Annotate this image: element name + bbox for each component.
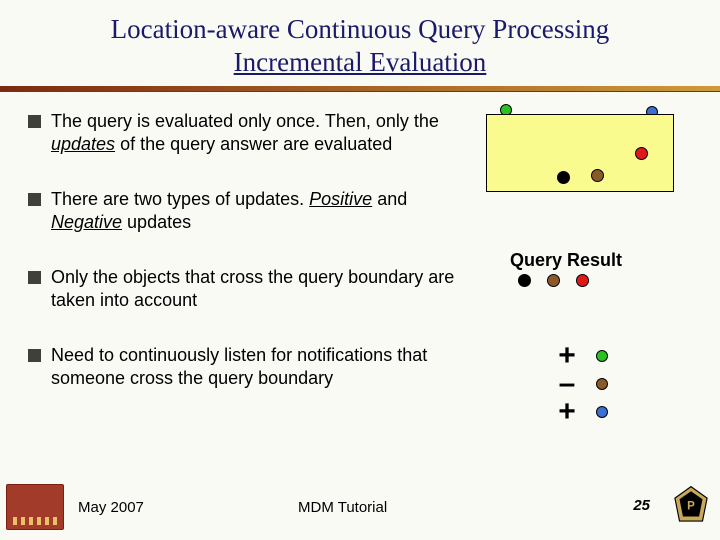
footer: May 2007 MDM Tutorial 25 P <box>0 482 720 532</box>
bullet-item: There are two types of updates. Positive… <box>28 188 468 234</box>
dot-brown <box>591 169 604 182</box>
footer-date: May 2007 <box>78 499 144 516</box>
query-region <box>486 114 674 192</box>
bullet-text: Need to continuously listen for notifica… <box>51 344 468 390</box>
title-block: Location-aware Continuous Query Processi… <box>0 0 720 78</box>
dot-blue <box>596 406 608 418</box>
bullet-list: The query is evaluated only once. Then, … <box>28 110 468 422</box>
dot-black <box>518 274 531 287</box>
minus-icon: – <box>556 373 578 395</box>
footer-title: MDM Tutorial <box>298 499 387 516</box>
diagram-panel: Query Result + – + <box>468 110 702 422</box>
bullet-text: Only the objects that cross the query bo… <box>51 266 468 312</box>
page-number: 25 <box>633 497 650 514</box>
update-row: + <box>556 398 608 426</box>
query-result-label: Query Result <box>510 250 622 271</box>
svg-text:P: P <box>687 501 695 513</box>
bullet-square-icon <box>28 271 41 284</box>
bullet-item: Need to continuously listen for notifica… <box>28 344 468 390</box>
dot-brown <box>596 378 608 390</box>
update-row: – <box>556 370 608 398</box>
bullet-item: The query is evaluated only once. Then, … <box>28 110 468 156</box>
content-area: The query is evaluated only once. Then, … <box>0 92 720 422</box>
bullet-text: The query is evaluated only once. Then, … <box>51 110 468 156</box>
bullet-square-icon <box>28 115 41 128</box>
dot-brown <box>547 274 560 287</box>
title-line1: Location-aware Continuous Query Processi… <box>0 14 720 45</box>
bullet-text: There are two types of updates. Positive… <box>51 188 468 234</box>
plus-icon: + <box>556 345 578 367</box>
bullet-square-icon <box>28 193 41 206</box>
dot-green <box>596 350 608 362</box>
update-row: + <box>556 342 608 370</box>
plus-icon: + <box>556 401 578 423</box>
title-line2: Incremental Evaluation <box>0 47 720 78</box>
logo-purdue: P <box>668 482 714 528</box>
dot-red <box>635 147 648 160</box>
bullet-square-icon <box>28 349 41 362</box>
dot-black <box>557 171 570 184</box>
update-signs: + – + <box>556 342 608 426</box>
logo-minnesota <box>6 484 64 530</box>
bullet-item: Only the objects that cross the query bo… <box>28 266 468 312</box>
dot-red <box>576 274 589 287</box>
query-result-dots <box>518 274 589 287</box>
